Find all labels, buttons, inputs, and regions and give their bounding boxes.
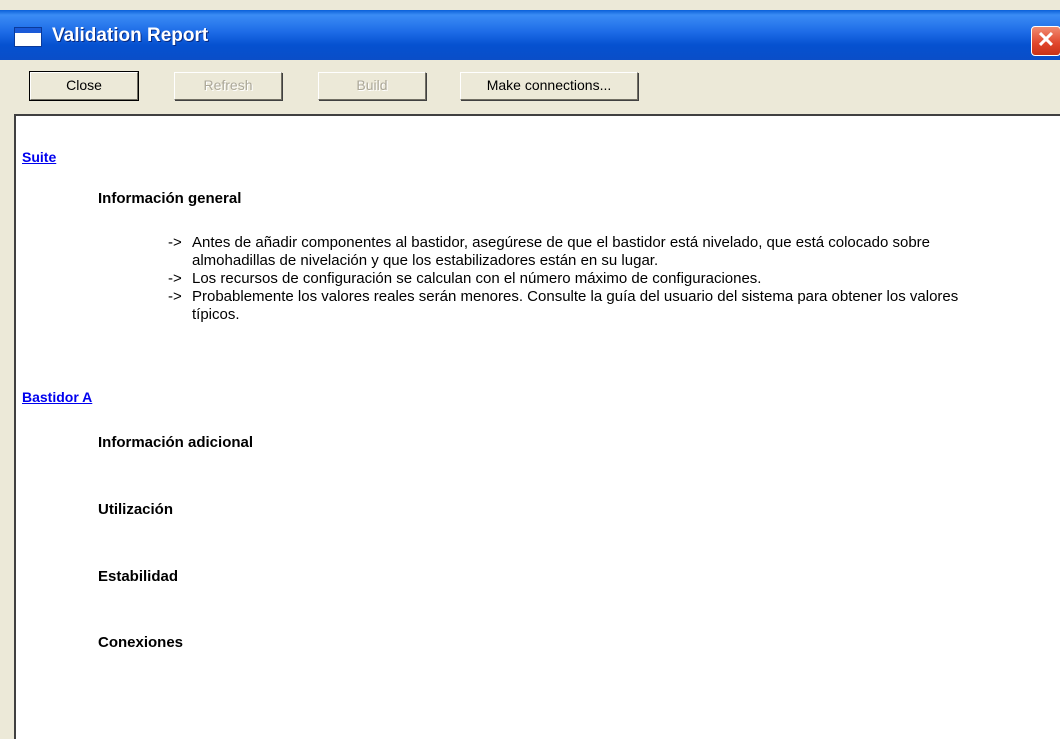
window-icon: [14, 27, 42, 47]
close-button[interactable]: Close: [29, 71, 139, 101]
note-text: Antes de añadir componentes al bastidor,…: [192, 234, 930, 269]
close-window-button[interactable]: ✕: [1031, 26, 1060, 56]
note-text: Los recursos de configuración se calcula…: [192, 270, 762, 287]
heading-estabilidad: Estabilidad: [98, 568, 179, 585]
toolbar: Close Refresh Build Make connections...: [0, 60, 1060, 112]
arrow-prefix: ->: [168, 270, 182, 287]
arrow-prefix: ->: [168, 234, 182, 251]
note-item: -> Los recursos de configuración se calcu…: [168, 270, 978, 288]
window-title: Validation Report: [52, 25, 209, 46]
bastidor-a-link[interactable]: Bastidor A: [22, 389, 92, 405]
refresh-button[interactable]: Refresh: [174, 72, 282, 100]
note-item: -> Probablemente los valores reales serán…: [168, 288, 978, 324]
title-bar[interactable]: Validation Report ✕: [0, 10, 1060, 60]
validation-report-window: Validation Report ✕ Close Refresh Build …: [0, 0, 1060, 739]
report-content: Suite Información general -> Antes de aña…: [14, 114, 1060, 739]
heading-informacion-general: Información general: [98, 190, 242, 207]
build-button[interactable]: Build: [318, 72, 426, 100]
heading-informacion-adicional: Información adicional: [98, 434, 254, 451]
notes-list: -> Antes de añadir componentes al bastido…: [168, 234, 978, 324]
heading-utilizacion: Utilización: [98, 501, 174, 518]
note-item: -> Antes de añadir componentes al bastido…: [168, 234, 978, 270]
arrow-prefix: ->: [168, 288, 182, 305]
note-text: Probablemente los valores reales serán m…: [192, 288, 959, 323]
make-connections-button[interactable]: Make connections...: [460, 72, 638, 100]
heading-conexiones: Conexiones: [98, 634, 184, 651]
suite-link[interactable]: Suite: [22, 149, 56, 165]
